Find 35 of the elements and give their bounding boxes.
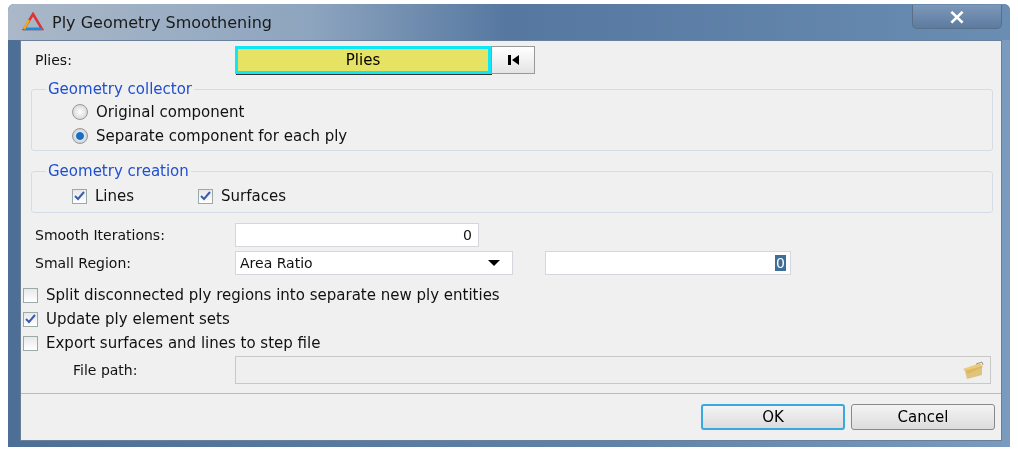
region-dropdown[interactable]: Area Ratio [235,251,513,275]
selected-value: 0 [775,255,786,271]
checkbox[interactable] [23,311,38,327]
field-label: Small Region: [35,255,132,271]
field-label: Smooth Iterations: [35,227,166,243]
field-label: Plies: [35,52,73,68]
radio-button[interactable] [72,128,88,144]
checkbox[interactable] [23,287,38,303]
radio-button[interactable] [72,104,88,120]
option-label: Export surfaces and lines to step file [46,334,321,352]
group-title: Geometry creation [46,162,191,180]
group-title: Geometry collector [46,80,195,98]
skip-back-icon [507,54,519,66]
option-label: Update ply element sets [46,310,230,328]
field-label: File path: [72,362,139,378]
dropdown-arrow-icon [488,260,500,266]
close-button[interactable]: × [912,5,1002,29]
checkbox[interactable] [72,188,87,204]
reset-button[interactable] [491,46,535,74]
option-label: Original component [96,103,245,121]
plies-selector[interactable]: Plies [235,46,491,74]
option-label: Split disconnected ply regions into separate new ply entities [46,286,500,304]
ratio-field[interactable]: 0 [545,251,791,275]
iterations-field[interactable]: 0 [235,223,479,247]
dialog-button[interactable]: OK [701,404,845,430]
checkbox[interactable] [198,188,214,204]
option-label: Separate component for each ply [96,127,348,145]
folder-icon [962,360,984,380]
option-label: Surfaces [221,187,287,205]
window-title: Ply Geometry Smoothening [52,12,272,32]
dropdown-value: Area Ratio [240,255,313,271]
dialog-button[interactable]: Cancel [851,404,995,430]
option-label: Lines [95,187,135,205]
app-logo-icon [22,12,44,32]
checkbox[interactable] [23,335,38,351]
